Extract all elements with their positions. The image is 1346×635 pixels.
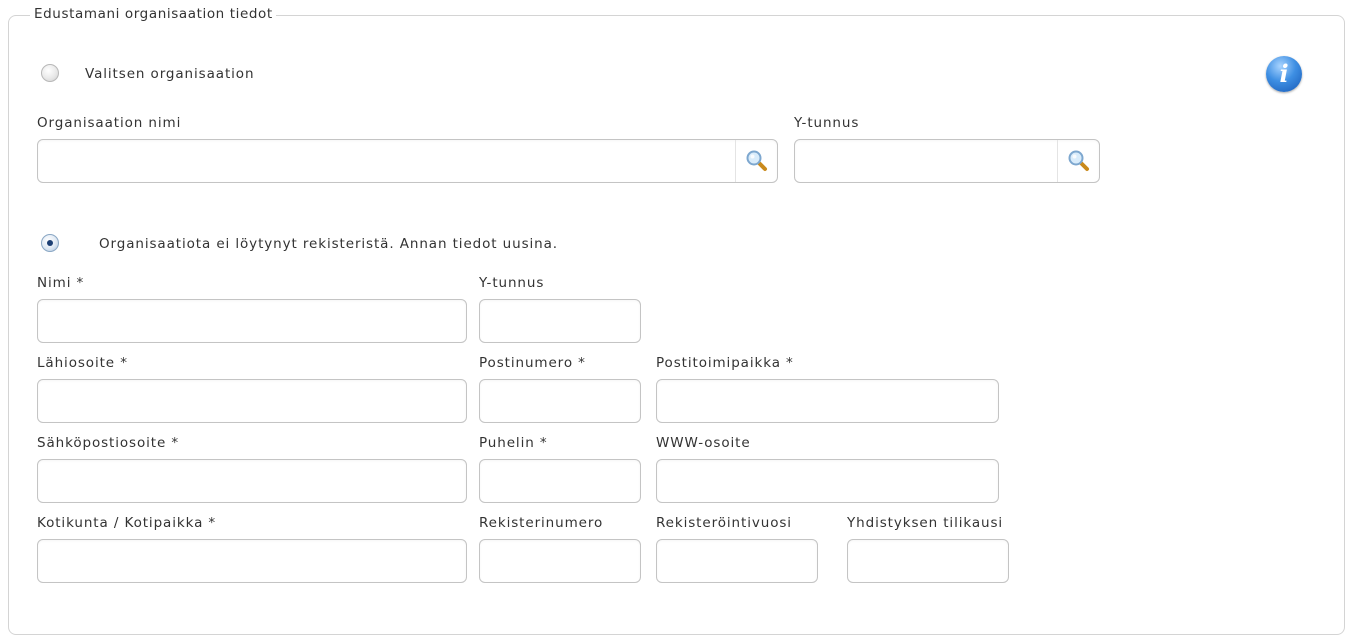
ytunnus-label: Y-tunnus — [479, 275, 545, 291]
new-organization-label: Organisaatiota ei löytynyt rekisteristä.… — [99, 236, 558, 252]
ytunnus-search — [794, 139, 1100, 183]
email-input[interactable] — [37, 459, 467, 503]
fiscal-period-label: Yhdistyksen tilikausi — [847, 515, 1004, 531]
select-organization-radio[interactable] — [41, 64, 59, 82]
ytunnus-search-button[interactable] — [1057, 140, 1099, 182]
search-ytunnus-label: Y-tunnus — [794, 115, 860, 131]
select-organization-label: Valitsen organisaation — [85, 66, 255, 82]
www-label: WWW-osoite — [656, 435, 751, 451]
magnifier-icon — [746, 150, 767, 171]
organization-name-search — [37, 139, 778, 183]
name-input[interactable] — [37, 299, 467, 343]
email-label: Sähköpostiosoite * — [37, 435, 180, 451]
ytunnus-input[interactable] — [479, 299, 641, 343]
post-office-label: Postitoimipaikka * — [656, 355, 794, 371]
fieldset-legend: Edustamani organisaation tiedot — [30, 4, 276, 24]
organization-name-search-button[interactable] — [735, 140, 777, 182]
registration-year-label: Rekisteröintivuosi — [656, 515, 792, 531]
registration-year-input[interactable] — [656, 539, 818, 583]
info-glyph: i — [1279, 59, 1289, 88]
name-label: Nimi * — [37, 275, 85, 291]
street-address-input[interactable] — [37, 379, 467, 423]
new-organization-radio[interactable] — [41, 234, 59, 252]
municipality-input[interactable] — [37, 539, 467, 583]
municipality-label: Kotikunta / Kotipaikka * — [37, 515, 217, 531]
phone-input[interactable] — [479, 459, 641, 503]
magnifier-icon — [1068, 150, 1089, 171]
postal-code-label: Postinumero * — [479, 355, 586, 371]
register-number-input[interactable] — [479, 539, 641, 583]
search-ytunnus-input[interactable] — [794, 139, 1100, 183]
street-address-label: Lähiosoite * — [37, 355, 128, 371]
postal-code-input[interactable] — [479, 379, 641, 423]
organization-name-input[interactable] — [37, 139, 778, 183]
organization-name-label: Organisaation nimi — [37, 115, 182, 131]
fiscal-period-input[interactable] — [847, 539, 1009, 583]
post-office-input[interactable] — [656, 379, 999, 423]
register-number-label: Rekisterinumero — [479, 515, 604, 531]
www-input[interactable] — [656, 459, 999, 503]
info-icon[interactable]: i — [1266, 56, 1302, 92]
radio-selected-dot — [47, 240, 53, 246]
phone-label: Puhelin * — [479, 435, 548, 451]
